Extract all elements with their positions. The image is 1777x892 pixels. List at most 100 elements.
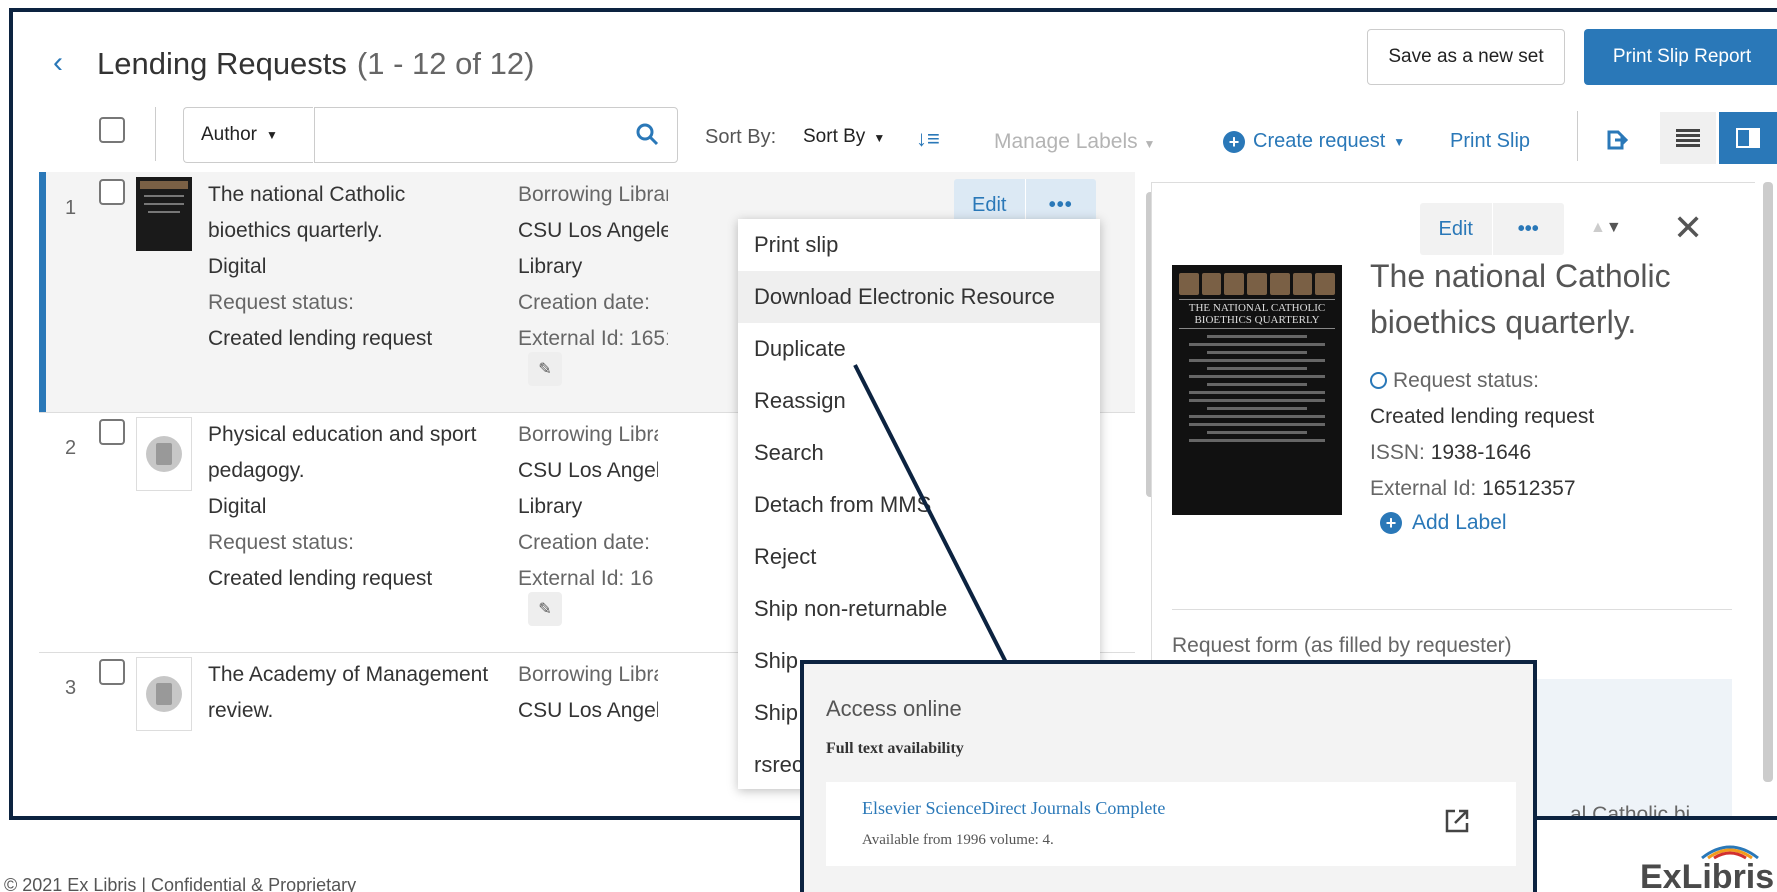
row-status-value: Created lending request: [208, 327, 433, 350]
menu-item-detach-from-mms[interactable]: Detach from MMS: [738, 479, 1100, 531]
row-title-line[interactable]: pedagogy.: [208, 453, 538, 489]
caret-down-icon: ▼: [1143, 137, 1156, 151]
plus-circle-icon: +: [1223, 130, 1245, 153]
panel-issn-value: 1938-1646: [1430, 441, 1532, 464]
sort-by-label: Sort By:: [705, 126, 777, 148]
row-status-label: Request status:: [208, 531, 354, 554]
row-borrowing-value: CSU Los Angeles - Main: [518, 459, 658, 482]
close-icon[interactable]: ✕: [1673, 207, 1703, 249]
panel-info: Request status: Created lending request …: [1370, 363, 1594, 507]
row-title-line[interactable]: review.: [208, 693, 538, 729]
panel-scrollbar[interactable]: [1763, 182, 1773, 782]
page-title-text: Lending Requests: [97, 46, 347, 81]
save-as-new-set-button[interactable]: Save as a new set: [1367, 29, 1565, 85]
row-status-value: Created lending request: [208, 567, 433, 590]
cover-thumbnail: [136, 177, 192, 251]
create-request-button[interactable]: + Create request ▼: [1223, 130, 1405, 153]
panel-divider: [1172, 609, 1732, 610]
sort-by-value: Sort By: [803, 126, 866, 147]
search-field-select[interactable]: Author ▼: [183, 107, 313, 163]
split-view-toggle[interactable]: [1719, 112, 1777, 164]
sort-direction-icon[interactable]: ↓≡: [916, 126, 940, 152]
row-borrowing-value: CSU Los Angeles - Main: [518, 699, 658, 722]
search-box: [314, 107, 678, 163]
service-link[interactable]: Elsevier ScienceDirect Journals Complete: [862, 798, 1165, 819]
row-borrowing-label: Borrowing Library:: [518, 183, 668, 206]
external-link-icon[interactable]: [1444, 808, 1470, 834]
row-number: 3: [65, 677, 77, 699]
menu-item-reassign[interactable]: Reassign: [738, 375, 1100, 427]
row-title-line[interactable]: bioethics quarterly.: [208, 213, 538, 249]
row-title-block: The national Catholic bioethics quarterl…: [208, 177, 538, 357]
row-number: 2: [65, 437, 77, 459]
manage-labels-label: Manage Labels: [994, 130, 1138, 153]
row-title-block: The Academy of Management review.: [208, 657, 538, 729]
request-form-truncated-text: al Catholic bi: [1570, 803, 1691, 820]
cover-placeholder: [136, 657, 192, 731]
row-format: Digital: [208, 255, 267, 278]
list-view-toggle[interactable]: [1660, 112, 1716, 164]
page-title: Lending Requests (1 - 12 of 12): [97, 46, 534, 82]
row-creation-label: Creation date:: [518, 531, 650, 554]
caret-down-icon: ▼: [1393, 134, 1406, 149]
next-record-icon[interactable]: ▼: [1606, 219, 1622, 236]
panel-title: The national Catholic bioethics quarterl…: [1370, 258, 1671, 340]
sort-by-select[interactable]: Sort By ▼: [803, 126, 885, 148]
select-all-checkbox[interactable]: [99, 117, 125, 143]
panel-status-label: Request status:: [1393, 369, 1539, 392]
row-details-block: Borrowing Library: CSU Los Angeles - Mai…: [518, 177, 668, 357]
export-icon[interactable]: [1606, 129, 1628, 151]
panel-external-value: 16512357: [1482, 477, 1576, 500]
panel-issn-label: ISSN:: [1370, 441, 1425, 464]
add-label-button[interactable]: + Add Label: [1380, 511, 1507, 535]
toolbar-divider: [155, 107, 156, 161]
popup-subtitle: Full text availability: [826, 740, 964, 757]
print-slip-link[interactable]: Print Slip: [1450, 130, 1530, 153]
menu-item-search[interactable]: Search: [738, 427, 1100, 479]
print-slip-report-button[interactable]: Print Slip Report: [1584, 29, 1777, 85]
row-checkbox[interactable]: [99, 419, 125, 445]
menu-item-download-electronic-resource[interactable]: Download Electronic Resource: [738, 271, 1100, 323]
row-title-block: Physical education and sport pedagogy. D…: [208, 417, 538, 597]
panel-more-button[interactable]: •••: [1491, 203, 1565, 255]
plus-circle-icon: +: [1380, 512, 1402, 534]
row-borrowing-value: CSU Los Angeles - Main: [518, 219, 668, 242]
menu-item-ship-non-returnable[interactable]: Ship non-returnable: [738, 583, 1100, 635]
result-count: (1 - 12 of 12): [356, 46, 535, 81]
access-online-popup: Access online Full text availability Els…: [800, 660, 1537, 892]
row-status-label: Request status:: [208, 291, 354, 314]
cover-title-line: THE NATIONAL CATHOLIC: [1188, 302, 1326, 314]
menu-item-print-slip[interactable]: Print slip: [738, 219, 1100, 271]
row-checkbox[interactable]: [99, 659, 125, 685]
svg-text:ExLibris: ExLibris: [1640, 858, 1774, 892]
row-borrowing-label: Borrowing Library:: [518, 423, 658, 446]
menu-item-reject[interactable]: Reject: [738, 531, 1100, 583]
previous-record-icon[interactable]: ▲: [1590, 219, 1606, 236]
row-title-line[interactable]: The Academy of Management: [208, 657, 538, 693]
service-availability: Available from 1996 volume: 4.: [862, 832, 1054, 848]
row-details-block: Borrowing Library: CSU Los Angeles - Mai…: [518, 417, 658, 597]
manage-labels-button[interactable]: Manage Labels ▼: [994, 130, 1155, 154]
search-icon[interactable]: [635, 122, 659, 146]
row-checkbox[interactable]: [99, 179, 125, 205]
panel-actions: Edit •••: [1420, 203, 1564, 255]
back-chevron-icon[interactable]: ‹: [53, 46, 63, 80]
search-input[interactable]: [315, 108, 615, 162]
panel-status-value: Created lending request: [1370, 405, 1595, 428]
popup-title: Access online: [826, 696, 962, 721]
panel-edit-button[interactable]: Edit: [1420, 203, 1492, 255]
note-icon[interactable]: ✎: [528, 592, 562, 626]
menu-item-duplicate[interactable]: Duplicate: [738, 323, 1100, 375]
row-title-line[interactable]: The national Catholic: [208, 177, 538, 213]
note-icon[interactable]: ✎: [528, 352, 562, 386]
row-title-line[interactable]: Physical education and sport: [208, 417, 538, 453]
journal-icon: [146, 676, 182, 712]
full-text-service-card: Elsevier ScienceDirect Journals Complete…: [826, 782, 1516, 866]
clock-icon: [1370, 372, 1387, 389]
cover-title-line: BIOETHICS QUARTERLY: [1194, 314, 1320, 326]
caret-down-icon: ▼: [873, 131, 886, 145]
request-form-heading: Request form (as filled by requester): [1172, 634, 1512, 657]
row-format: Digital: [208, 495, 267, 518]
row-creation-label: Creation date:: [518, 291, 650, 314]
footer-copyright: © 2021 Ex Libris | Confidential & Propri…: [4, 875, 357, 892]
